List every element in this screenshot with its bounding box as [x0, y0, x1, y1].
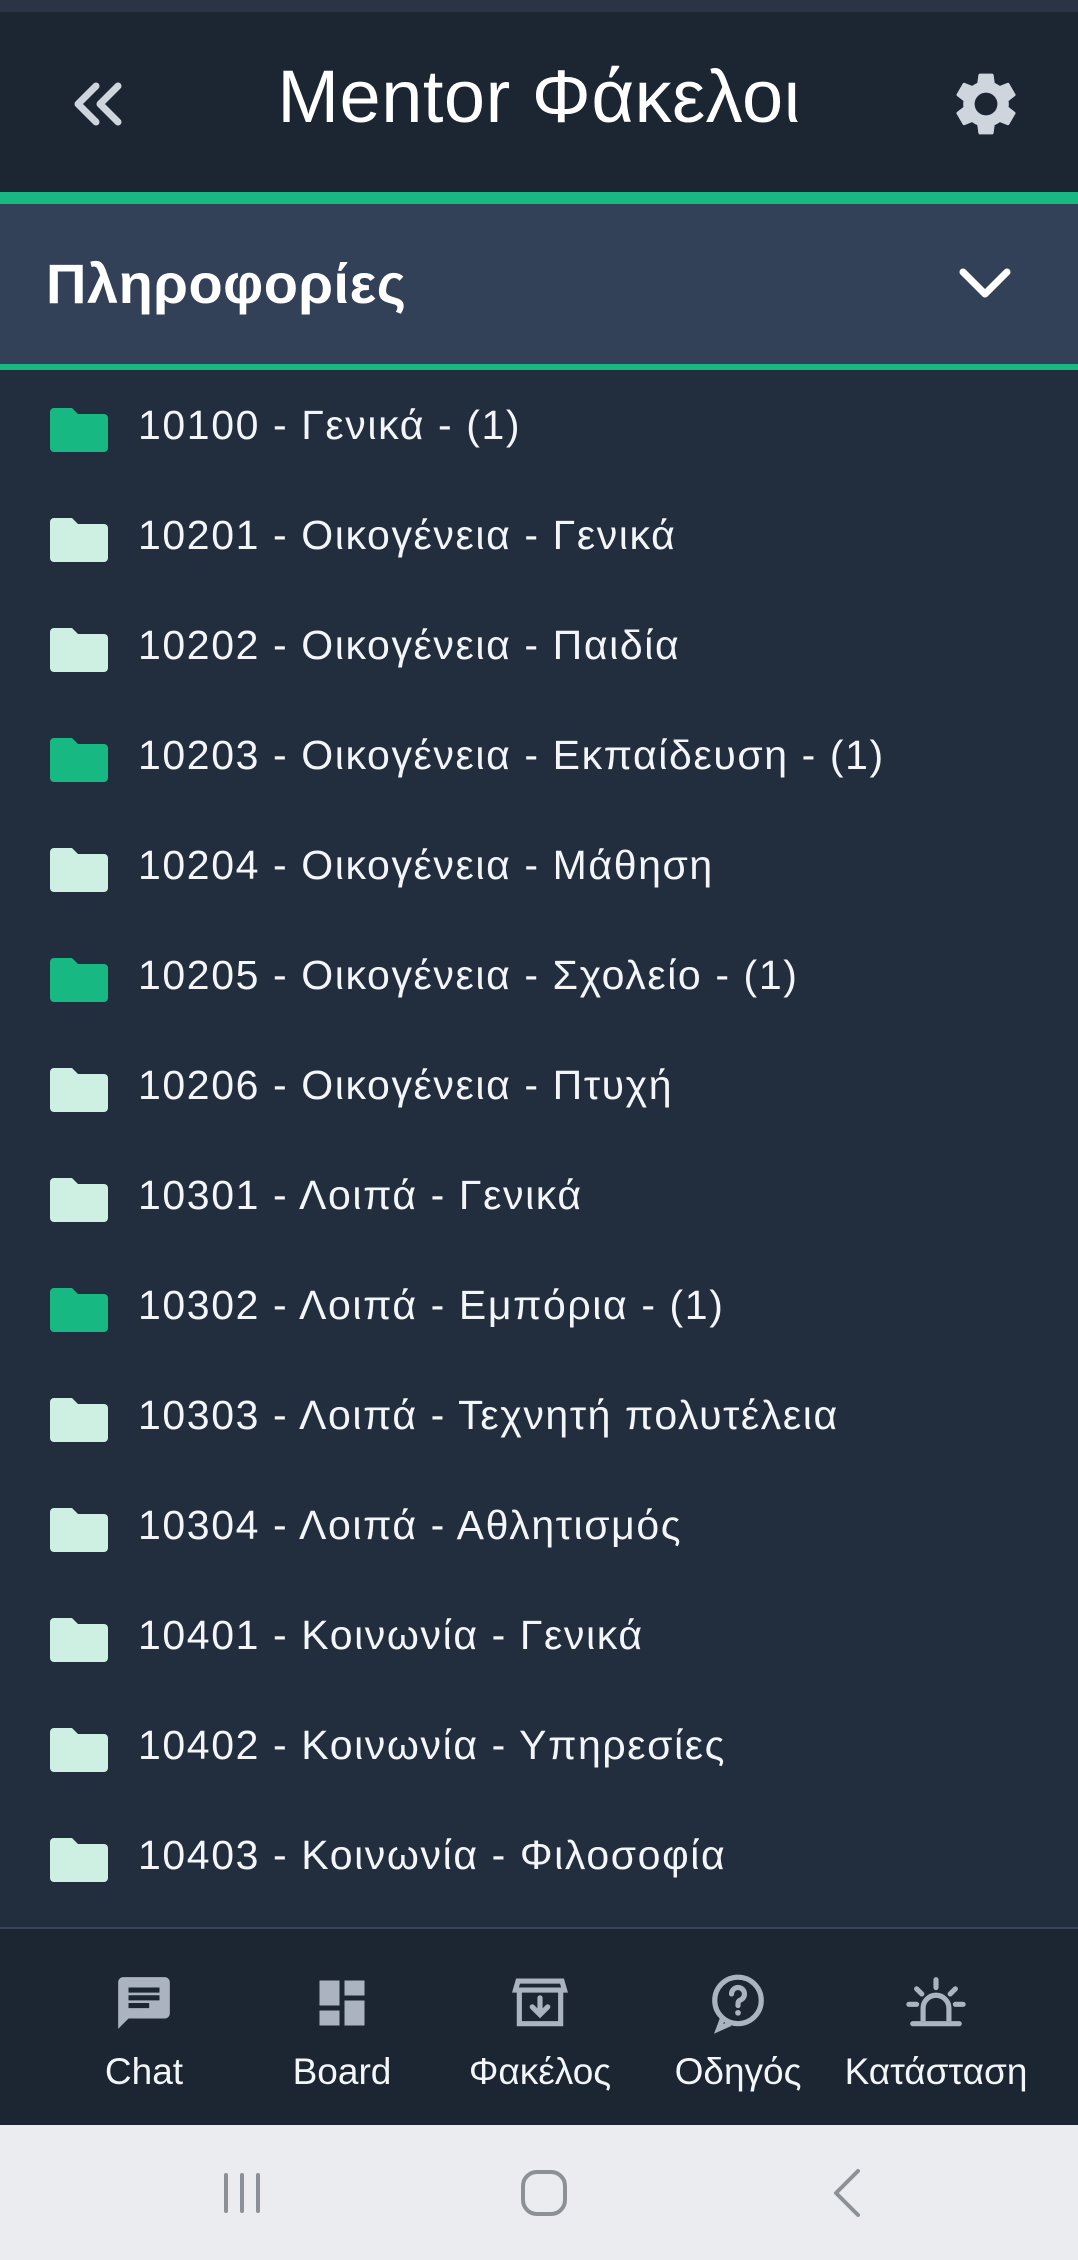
home-icon — [521, 2170, 567, 2216]
nav-label: Κατάσταση — [844, 2051, 1028, 2092]
folder-label: 10205 - Οικογένεια - Σχολείο - (1) — [138, 952, 799, 998]
nav-board[interactable]: Board — [242, 1929, 442, 2127]
folder-icon — [50, 1288, 108, 1332]
expand-toggle[interactable] — [950, 252, 1020, 316]
section-header-info[interactable]: Πληροφορίες — [0, 204, 1078, 364]
folder-row[interactable]: 10401 - Κοινωνία - Γενικά — [0, 1580, 1078, 1690]
folder-label: 10201 - Οικογένεια - Γενικά — [138, 512, 677, 558]
home-button[interactable] — [504, 2161, 584, 2225]
folder-row[interactable]: 10204 - Οικογένεια - Μάθηση — [0, 810, 1078, 920]
folder-row[interactable]: 10203 - Οικογένεια - Εκπαίδευση - (1) — [0, 700, 1078, 810]
folder-icon — [50, 1398, 108, 1442]
dashboard-icon — [319, 1980, 365, 2026]
folder-label: 10203 - Οικογένεια - Εκπαίδευση - (1) — [138, 732, 885, 778]
page-title: Mentor Φάκελοι — [277, 55, 801, 138]
folder-label: 10204 - Οικογένεια - Μάθηση — [138, 842, 714, 888]
folder-label: 10402 - Κοινωνία - Υπηρεσίες — [138, 1722, 727, 1768]
folder-icon — [50, 628, 108, 672]
folder-icon — [50, 848, 108, 892]
folder-row[interactable]: 10206 - Οικογένεια - Πτυχή — [0, 1030, 1078, 1140]
recents-button[interactable] — [202, 2161, 282, 2225]
folder-label: 10302 - Λοιπά - Εμπόρια - (1) — [138, 1282, 725, 1328]
folder-icon — [50, 958, 108, 1002]
folder-row[interactable]: 10301 - Λοιπά - Γενικά — [0, 1140, 1078, 1250]
top-app-bar: Mentor Φάκελοι — [0, 12, 1078, 192]
folder-row[interactable]: 10201 - Οικογένεια - Γενικά — [0, 480, 1078, 590]
settings-button[interactable] — [944, 62, 1028, 146]
folder-icon — [50, 1178, 108, 1222]
folder-icon — [50, 518, 108, 562]
folder-icon — [50, 1508, 108, 1552]
folder-row[interactable]: 10302 - Λοιπά - Εμπόρια - (1) — [0, 1250, 1078, 1360]
folder-icon — [50, 408, 108, 452]
siren-icon — [906, 1977, 966, 2027]
folder-label: 10202 - Οικογένεια - Παιδία — [138, 622, 681, 668]
folder-label: 10100 - Γενικά - (1) — [138, 402, 522, 448]
help-icon — [712, 1974, 764, 2034]
folder-row[interactable]: 10202 - Οικογένεια - Παιδία — [0, 590, 1078, 700]
folder-list[interactable]: 10100 - Γενικά - (1) 10201 - Οικογένεια -… — [0, 370, 1078, 1927]
nav-folder[interactable]: Φακέλος — [440, 1929, 640, 2127]
folder-row[interactable]: 10100 - Γενικά - (1) — [0, 370, 1078, 480]
folder-icon — [50, 1068, 108, 1112]
system-back-icon — [834, 2169, 860, 2217]
folder-row[interactable]: 10205 - Οικογένεια - Σχολείο - (1) — [0, 920, 1078, 1030]
nav-status[interactable]: Κατάσταση — [836, 1929, 1036, 2127]
folder-icon — [50, 738, 108, 782]
nav-guide[interactable]: Οδηγός — [638, 1929, 838, 2127]
accent-divider-top — [0, 192, 1078, 204]
archive-download-icon — [512, 1978, 568, 2027]
folder-icon — [50, 1728, 108, 1772]
folder-label: 10303 - Λοιπά - Τεχνητή πολυτέλεια — [138, 1392, 839, 1438]
folder-icon — [50, 1618, 108, 1662]
bottom-navigation: Chat Board Φακέλος Οδηγός Κατάσταση — [0, 1927, 1078, 2125]
nav-chat[interactable]: Chat — [44, 1929, 244, 2127]
chat-icon — [118, 1977, 170, 2029]
recents-icon — [224, 2173, 260, 2213]
section-title: Πληροφορίες — [46, 252, 407, 315]
system-navigation-bar — [0, 2125, 1078, 2260]
folder-label: 10206 - Οικογένεια - Πτυχή — [138, 1062, 674, 1108]
folder-row[interactable]: 10402 - Κοινωνία - Υπηρεσίες — [0, 1690, 1078, 1800]
folder-row[interactable]: 10304 - Λοιπά - Αθλητισμός — [0, 1470, 1078, 1580]
folder-label: 10304 - Λοιπά - Αθλητισμός — [138, 1502, 683, 1548]
folder-label: 10301 - Λοιπά - Γενικά — [138, 1172, 583, 1218]
folder-label: 10401 - Κοινωνία - Γενικά — [138, 1612, 644, 1658]
folder-row[interactable]: 10303 - Λοιπά - Τεχνητή πολυτέλεια — [0, 1360, 1078, 1470]
folder-label: 10403 - Κοινωνία - Φιλοσοφία — [138, 1832, 727, 1878]
gear-icon — [956, 73, 1016, 135]
chevron-down-icon — [959, 268, 1011, 298]
status-bar — [0, 0, 1078, 12]
folder-icon — [50, 1838, 108, 1882]
system-back-button[interactable] — [808, 2161, 888, 2225]
folder-row[interactable]: 10403 - Κοινωνία - Φιλοσοφία — [0, 1800, 1078, 1910]
app-root: Mentor Φάκελοι Πληροφορίες 10100 - Γενικ… — [0, 0, 1078, 2260]
